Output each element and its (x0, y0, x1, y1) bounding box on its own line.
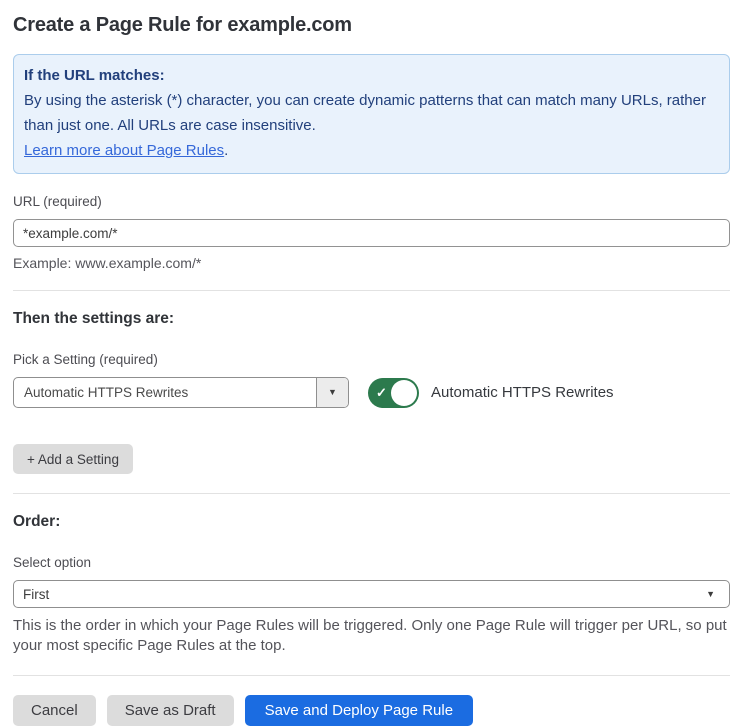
pick-setting-label: Pick a Setting (required) (13, 352, 158, 367)
url-matches-info-box: If the URL matches: By using the asteris… (13, 54, 730, 174)
order-helper-text: This is the order in which your Page Rul… (13, 617, 727, 654)
chevron-down-icon: ▼ (328, 387, 337, 397)
divider (13, 493, 730, 494)
save-and-deploy-button[interactable]: Save and Deploy Page Rule (244, 695, 474, 726)
divider (13, 290, 730, 291)
save-as-draft-button[interactable]: Save as Draft (106, 695, 234, 726)
url-input[interactable] (13, 219, 730, 247)
page-rule-form: Create a Page Rule for example.com If th… (0, 0, 743, 726)
info-box-body: By using the asterisk (*) character, you… (24, 92, 706, 134)
info-box-heading: If the URL matches: (24, 67, 165, 84)
toggle-group: ✓ Automatic HTTPS Rewrites (368, 377, 614, 408)
cancel-button[interactable]: Cancel (13, 695, 96, 726)
url-helper-text: Example: www.example.com/* (13, 255, 202, 271)
order-select[interactable]: First ▼ (13, 580, 730, 608)
settings-section-heading: Then the settings are: (13, 310, 175, 327)
divider (13, 675, 730, 676)
url-label: URL (required) (13, 194, 102, 209)
setting-dropdown-value: Automatic HTTPS Rewrites (24, 385, 189, 400)
link-suffix: . (224, 142, 229, 159)
check-icon: ✓ (376, 384, 387, 400)
page-title: Create a Page Rule for example.com (13, 14, 352, 36)
automatic-https-rewrites-toggle[interactable]: ✓ (368, 377, 419, 408)
info-box-link-line: Learn more about Page Rules. (24, 138, 719, 163)
order-section-heading: Order: (13, 513, 61, 530)
order-select-value: First (23, 586, 50, 602)
select-option-label: Select option (13, 555, 92, 570)
setting-dropdown-button[interactable]: ▼ (316, 378, 348, 407)
toggle-label: Automatic HTTPS Rewrites (431, 384, 614, 401)
setting-row: Automatic HTTPS Rewrites ▼ ✓ Automatic H… (13, 377, 730, 408)
setting-dropdown[interactable]: Automatic HTTPS Rewrites ▼ (13, 377, 349, 408)
footer-actions: Cancel Save as Draft Save and Deploy Pag… (13, 695, 730, 726)
learn-more-link[interactable]: Learn more about Page Rules (24, 142, 224, 159)
toggle-knob (391, 379, 417, 406)
chevron-down-icon: ▼ (706, 588, 715, 599)
add-setting-button[interactable]: + Add a Setting (13, 444, 133, 474)
